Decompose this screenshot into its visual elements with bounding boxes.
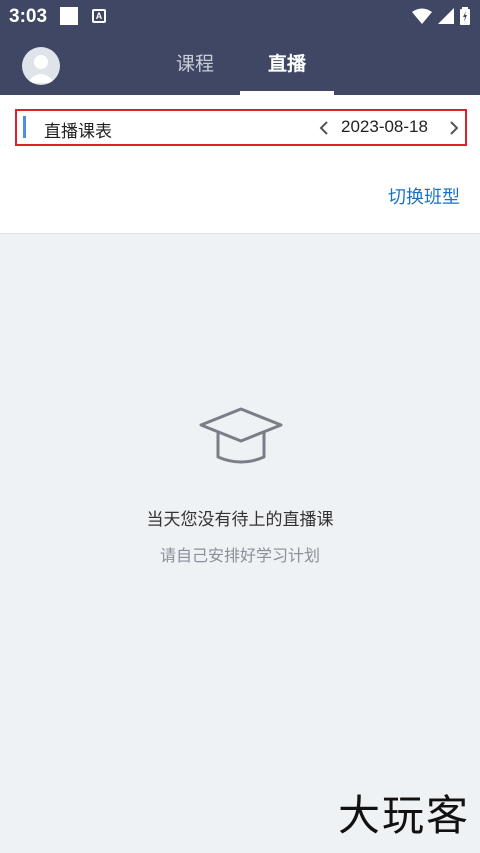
- graduation-cap-icon: [199, 407, 283, 464]
- schedule-date: 2023-08-18: [341, 117, 428, 136]
- schedule-panel: 直播课表 2023-08-18 切换班型: [0, 95, 480, 234]
- schedule-title: 直播课表: [44, 122, 112, 142]
- user-icon: [27, 55, 55, 83]
- empty-hint: 请自己安排好学习计划: [159, 546, 320, 565]
- tab-course[interactable]: 课程: [152, 33, 238, 95]
- switch-class-type-link[interactable]: 切换班型: [388, 183, 460, 209]
- watermark: 大玩客: [337, 791, 470, 840]
- empty-state: 当天您没有待上的直播课 请自己安排好学习计划: [0, 235, 480, 853]
- battery-icon: [460, 7, 470, 25]
- status-time: 3:03: [9, 6, 48, 27]
- signal-icon: [438, 8, 454, 24]
- accent-bar: [23, 116, 26, 138]
- tab-live[interactable]: 直播: [240, 33, 334, 95]
- empty-message: 当天您没有待上的直播课: [146, 510, 334, 530]
- wifi-icon: [412, 8, 432, 24]
- notification-square-icon: [60, 7, 78, 25]
- status-bar: 3:03 A: [0, 0, 480, 33]
- status-icons: [412, 6, 470, 26]
- app-header: 课程 直播: [0, 33, 480, 95]
- next-date-chevron-icon[interactable]: [447, 118, 461, 138]
- avatar[interactable]: [22, 47, 60, 85]
- schedule-bar: 直播课表 2023-08-18: [15, 109, 467, 146]
- notification-a-icon: A: [92, 9, 106, 23]
- prev-date-chevron-icon[interactable]: [317, 118, 331, 138]
